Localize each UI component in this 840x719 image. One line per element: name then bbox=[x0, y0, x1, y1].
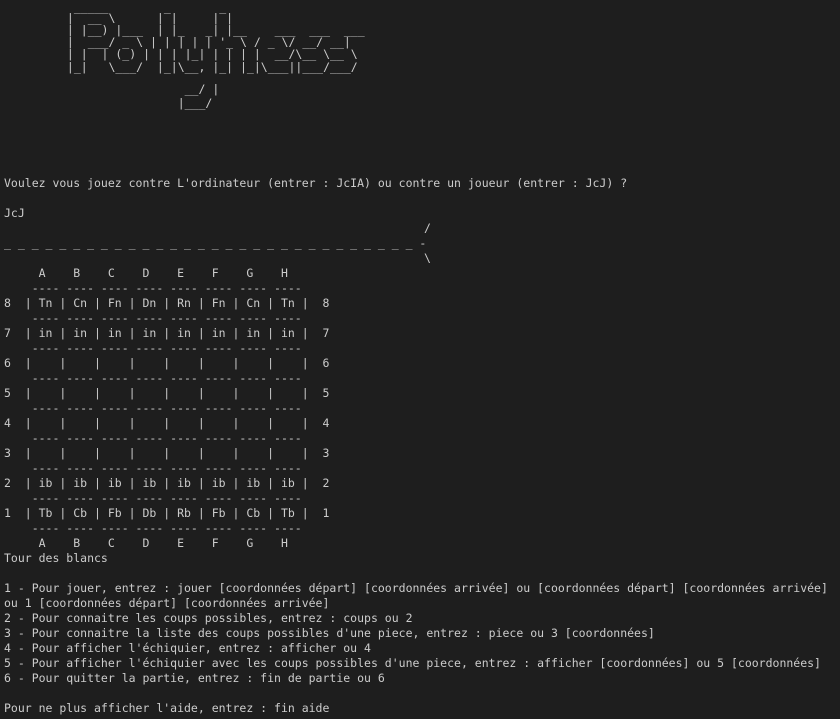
board-separator: ---- ---- ---- ---- ---- ---- ---- ---- bbox=[4, 371, 302, 385]
board-separator: ---- ---- ---- ---- ---- ---- ---- ---- bbox=[4, 491, 302, 505]
help-line: 1 - Pour jouer, entrez : jouer [coordonn… bbox=[4, 581, 828, 595]
board-rank-2: 2 | ib | ib | ib | ib | ib | ib | ib | i… bbox=[4, 476, 330, 490]
board-separator: ---- ---- ---- ---- ---- ---- ---- ---- bbox=[4, 431, 302, 445]
help-line: 2 - Pour connaitre les coups possibles, … bbox=[4, 611, 413, 625]
banner-line: __/ | bbox=[60, 82, 220, 96]
banner-line: |_| \___/ |_|\__, |_| |_|\___||___/___/ bbox=[60, 60, 358, 74]
board-rank-7: 7 | in | in | in | in | in | in | in | i… bbox=[4, 326, 330, 340]
terminal-window[interactable]: _____ _ _ | __ \ | | | | | |__) |___ | |… bbox=[0, 0, 840, 719]
divider-slash: / bbox=[424, 221, 431, 235]
board-separator: ---- ---- ---- ---- ---- ---- ---- ---- bbox=[4, 401, 302, 415]
board-rank-1: 1 | Tb | Cb | Fb | Db | Rb | Fb | Cb | T… bbox=[4, 506, 330, 520]
help-line: 6 - Pour quitter la partie, entrez : fin… bbox=[4, 671, 385, 685]
board-rank-4: 4 | | | | | | | | | 4 bbox=[4, 416, 330, 430]
hide-help-hint: Pour ne plus afficher l'aide, entrez : f… bbox=[4, 701, 330, 715]
help-line: 5 - Pour afficher l'échiquier avec les c… bbox=[4, 656, 821, 670]
board-separator: ---- ---- ---- ---- ---- ---- ---- ---- bbox=[4, 461, 302, 475]
divider-dashes: _ _ _ _ _ _ _ _ _ _ _ _ _ _ _ _ _ _ _ _ … bbox=[4, 236, 427, 250]
board-separator: ---- ---- ---- ---- ---- ---- ---- ---- bbox=[4, 311, 302, 325]
board-column-header: A B C D E F G H bbox=[4, 266, 288, 280]
user-input-echo: JcJ bbox=[4, 206, 25, 220]
help-line: 4 - Pour afficher l'échiquier, entrez : … bbox=[4, 641, 371, 655]
help-line: ou 1 [coordonnées départ] [coordonnées a… bbox=[4, 596, 330, 610]
board-column-footer: A B C D E F G H bbox=[4, 536, 288, 550]
banner-line: |___/ bbox=[60, 96, 213, 110]
board-separator: ---- ---- ---- ---- ---- ---- ---- ---- bbox=[4, 521, 302, 535]
board-rank-8: 8 | Tn | Cn | Fn | Dn | Rn | Fn | Cn | T… bbox=[4, 296, 330, 310]
board-rank-3: 3 | | | | | | | | | 3 bbox=[4, 446, 330, 460]
help-line: 3 - Pour connaitre la liste des coups po… bbox=[4, 626, 655, 640]
board-separator: ---- ---- ---- ---- ---- ---- ---- ---- bbox=[4, 341, 302, 355]
mode-prompt: Voulez vous jouez contre L'ordinateur (e… bbox=[4, 176, 628, 190]
board-rank-5: 5 | | | | | | | | | 5 bbox=[4, 386, 330, 400]
board-separator: ---- ---- ---- ---- ---- ---- ---- ---- bbox=[4, 281, 302, 295]
divider-backslash: \ bbox=[424, 251, 431, 265]
turn-indicator: Tour des blancs bbox=[4, 551, 108, 565]
board-rank-6: 6 | | | | | | | | | 6 bbox=[4, 356, 330, 370]
